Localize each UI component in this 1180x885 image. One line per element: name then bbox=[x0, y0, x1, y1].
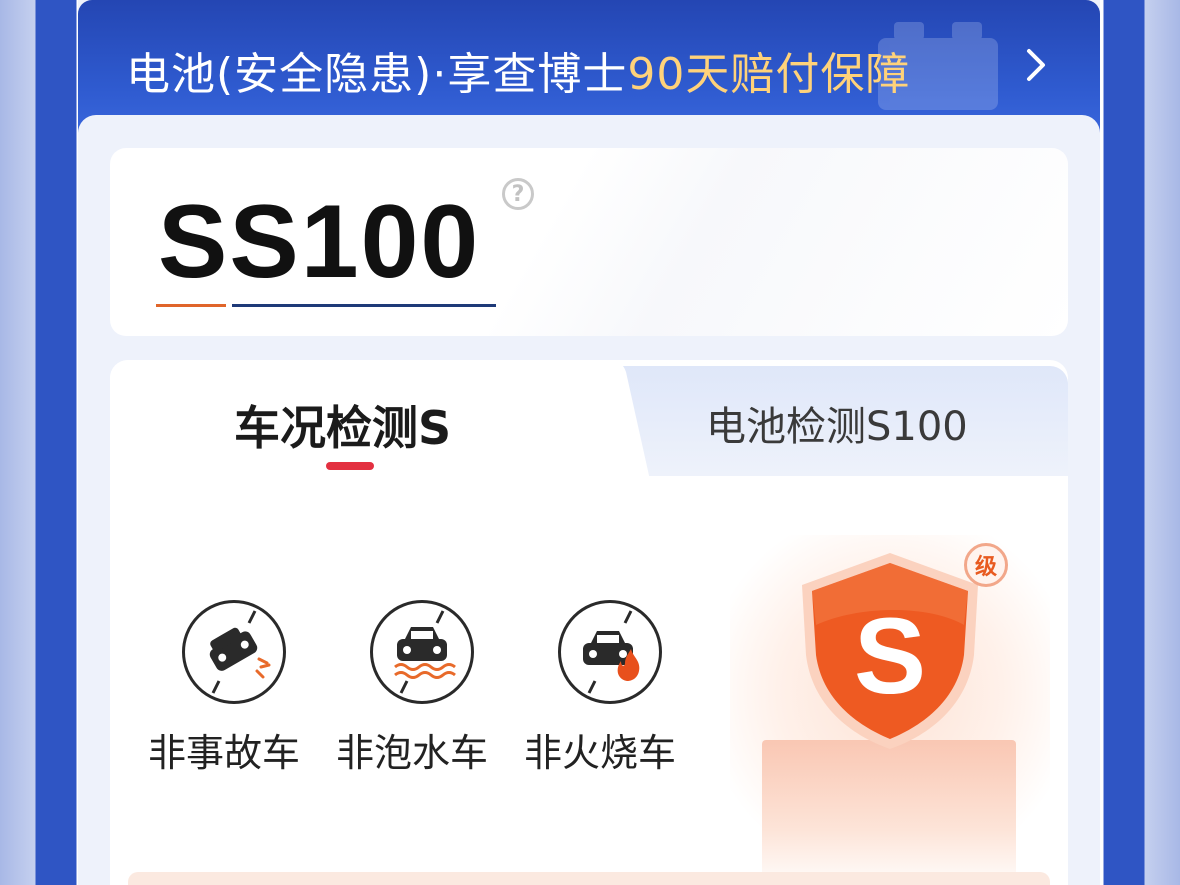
next-section-edge bbox=[128, 872, 1050, 885]
check-item-no-flood[interactable]: 非泡水车 bbox=[336, 600, 496, 800]
check-label-no-fire: 非火烧车 bbox=[524, 731, 677, 775]
banner-highlight-text: 90天赔付保障 bbox=[627, 49, 911, 100]
banner-main-text: 电池(安全隐患)·享查博士 bbox=[126, 49, 628, 100]
tab-battery-check[interactable]: 电池检测S100 bbox=[630, 366, 1068, 476]
detection-card: 车况检测S 电池检测S100 非事故车 非泡水车 非火烧车 S 级 bbox=[110, 360, 1068, 885]
app-shell: 电池(安全隐患)·享查博士90天赔付保障 SS100 ? 车况检测S 电池检测S… bbox=[78, 0, 1100, 885]
chevron-right-icon[interactable] bbox=[1022, 40, 1052, 90]
tab-vehicle-check-label: 车况检测S bbox=[234, 401, 452, 455]
score-card: SS100 ? bbox=[110, 148, 1068, 336]
badge-letter: S bbox=[854, 595, 926, 716]
grade-tag: 级 bbox=[964, 543, 1008, 587]
check-item-no-fire[interactable]: 非火烧车 bbox=[524, 600, 684, 800]
report-content: SS100 ? 车况检测S 电池检测S100 非事故车 非泡水车 非火烧车 S … bbox=[78, 115, 1100, 885]
accident-car-icon bbox=[182, 600, 286, 704]
banner-text: 电池(安全隐患)·享查博士90天赔付保障 bbox=[126, 38, 910, 102]
shield-badge-icon: S bbox=[802, 553, 978, 749]
overall-grade: SS100 bbox=[158, 184, 481, 300]
tab-vehicle-check[interactable]: 车况检测S bbox=[110, 360, 610, 480]
check-label-no-flood: 非泡水车 bbox=[336, 731, 489, 775]
burned-car-icon bbox=[558, 600, 662, 704]
grade-badge-area: S 级 bbox=[730, 535, 1050, 885]
tab-battery-check-label: 电池检测S100 bbox=[706, 404, 968, 450]
check-label-no-accident: 非事故车 bbox=[148, 731, 301, 775]
check-item-no-accident[interactable]: 非事故车 bbox=[148, 600, 308, 800]
flooded-car-icon bbox=[370, 600, 474, 704]
badge-pedestal bbox=[762, 740, 1016, 885]
check-items: 非事故车 非泡水车 非火烧车 bbox=[148, 600, 708, 800]
active-tab-indicator bbox=[326, 462, 374, 470]
grade-underline-accent bbox=[156, 304, 226, 307]
question-icon[interactable]: ? bbox=[502, 178, 534, 210]
grade-underline bbox=[232, 304, 496, 307]
